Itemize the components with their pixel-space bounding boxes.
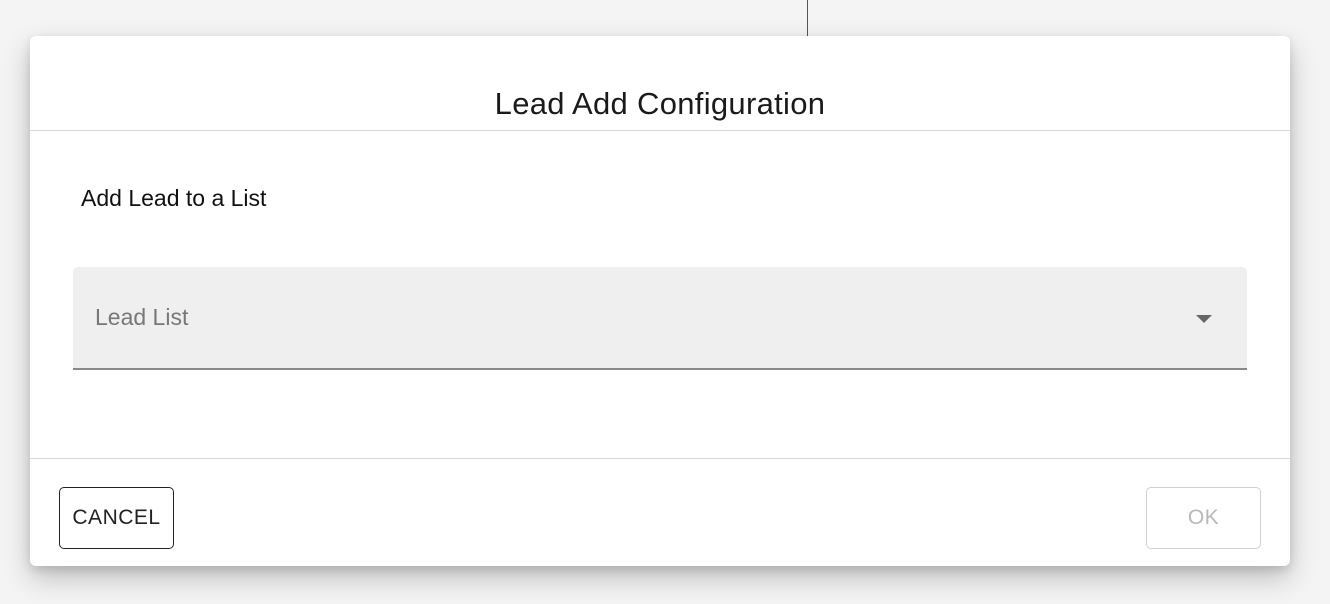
cancel-button[interactable]: CANCEL <box>59 487 174 549</box>
section-heading: Add Lead to a List <box>81 185 267 211</box>
dialog-footer: CANCEL OK <box>30 458 1290 567</box>
lead-list-select[interactable]: Lead List <box>73 267 1247 370</box>
background-connector-line <box>807 0 808 36</box>
lead-add-configuration-dialog: Lead Add Configuration Add Lead to a Lis… <box>30 36 1290 566</box>
dialog-header: Lead Add Configuration <box>30 36 1290 131</box>
lead-list-select-label: Lead List <box>95 304 189 330</box>
dialog-title: Lead Add Configuration <box>494 86 826 121</box>
chevron-down-icon[interactable] <box>1196 315 1212 323</box>
ok-button[interactable]: OK <box>1146 487 1261 549</box>
